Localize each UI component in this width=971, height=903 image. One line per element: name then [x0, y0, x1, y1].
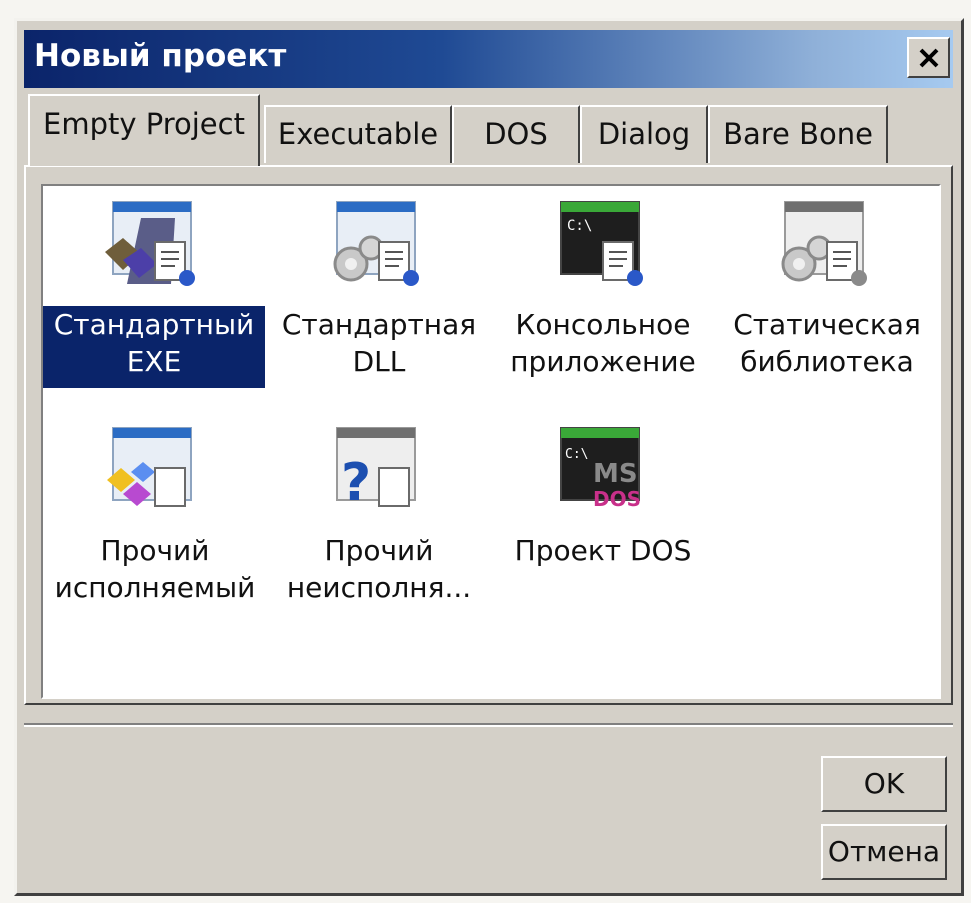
- project-item-dos-project[interactable]: C:\ MS DOS Проект DOS: [491, 424, 715, 634]
- close-icon: [919, 48, 939, 68]
- svg-text:?: ?: [341, 453, 371, 513]
- divider: [24, 723, 953, 727]
- project-item-label: Прочий исполняемый: [54, 534, 256, 604]
- project-item-other-executable[interactable]: Прочий исполняемый: [43, 424, 267, 634]
- project-item-standard-exe[interactable]: Стандартный EXE: [43, 198, 267, 408]
- dos-project-icon: C:\ MS DOS: [560, 427, 641, 511]
- svg-text:DOS: DOS: [593, 487, 641, 511]
- close-button[interactable]: [907, 37, 950, 78]
- svg-text:C:\: C:\: [565, 447, 588, 462]
- svg-text:C:\: C:\: [567, 218, 592, 234]
- cancel-button[interactable]: Отмена: [821, 824, 947, 880]
- project-template-list: Стандартный EXE Стандартная DLL C:\ Конс…: [41, 184, 941, 699]
- project-item-label: Стандартная DLL: [281, 308, 477, 378]
- project-item-label: Прочий неисполня...: [286, 534, 472, 604]
- other-executable-icon: [107, 427, 192, 507]
- ok-button[interactable]: OK: [821, 756, 947, 812]
- project-item-standard-dll[interactable]: Стандартная DLL: [267, 198, 491, 408]
- project-item-label: Стандартный EXE: [43, 306, 265, 388]
- tab-bare-bone[interactable]: Bare Bone: [708, 105, 888, 163]
- tab-dialog[interactable]: Dialog: [580, 105, 708, 163]
- project-item-label: Проект DOS: [514, 534, 692, 567]
- project-item-other-non-executable[interactable]: ? Прочий неисполня...: [267, 424, 491, 634]
- tab-executable[interactable]: Executable: [264, 105, 452, 163]
- svg-text:MS: MS: [593, 459, 638, 489]
- dialog-title: Новый проект: [34, 38, 287, 74]
- console-app-icon: C:\: [560, 201, 643, 286]
- standard-dll-icon: [333, 201, 419, 286]
- project-item-label: Консольное приложение: [510, 308, 696, 378]
- project-item-label: Статическая библиотека: [733, 308, 921, 378]
- project-item-console-app[interactable]: C:\ Консольное приложение: [491, 198, 715, 408]
- title-bar[interactable]: Новый проект: [24, 30, 953, 88]
- other-non-executable-icon: ?: [336, 427, 416, 513]
- project-item-static-library[interactable]: Статическая библиотека: [715, 198, 939, 408]
- new-project-dialog: Новый проект Empty Project Executable DO…: [14, 18, 964, 896]
- tab-empty-project[interactable]: Empty Project: [28, 94, 260, 166]
- static-library-icon: [781, 201, 867, 286]
- standard-exe-icon: [105, 201, 195, 286]
- tab-dos[interactable]: DOS: [452, 105, 580, 163]
